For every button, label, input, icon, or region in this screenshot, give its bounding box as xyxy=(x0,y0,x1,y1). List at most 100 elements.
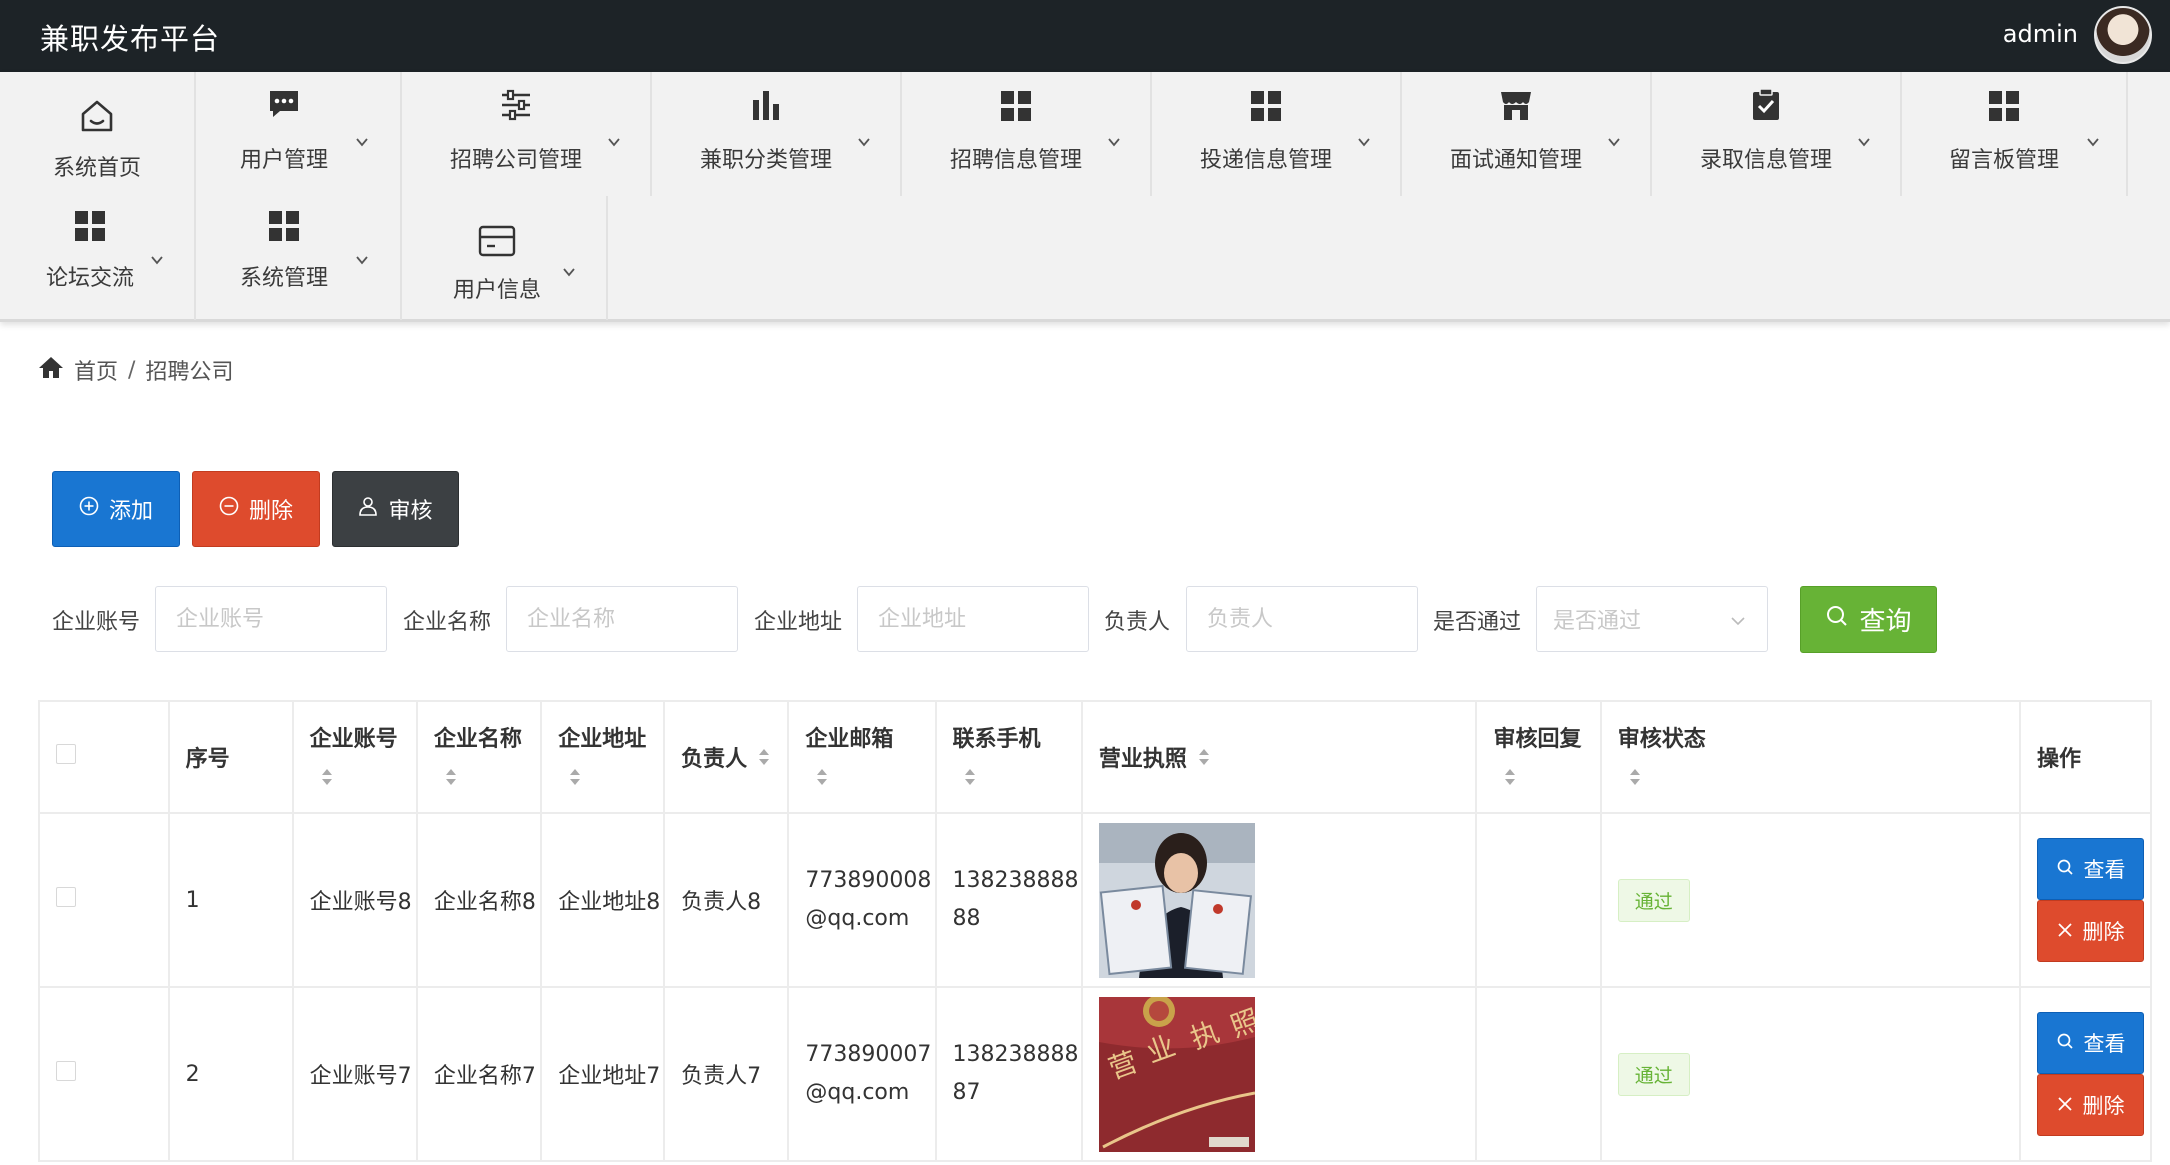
nav-label: 论坛交流 xyxy=(45,266,134,291)
sort-icon[interactable] xyxy=(568,767,663,793)
delete-button-label: 删除 xyxy=(248,499,293,524)
row-checkbox-cell xyxy=(38,986,170,1162)
select-all-checkbox[interactable] xyxy=(56,744,76,764)
header-ops: 操作 xyxy=(2019,700,2152,814)
nav-item-home[interactable]: 系统首页 xyxy=(0,72,196,196)
cell-license: 营 业 执 照 xyxy=(1080,986,1478,1162)
search-input-name[interactable] xyxy=(506,586,738,652)
email-line-2: @qq.com xyxy=(805,1080,910,1105)
header-phone[interactable]: 联系手机 xyxy=(934,700,1083,814)
header-license-label: 营业执照 xyxy=(1098,747,1187,772)
chevron-down-icon xyxy=(150,252,164,266)
sort-icon[interactable] xyxy=(757,747,771,773)
cell-account: 企业账号7 xyxy=(291,986,418,1162)
search-input-account[interactable] xyxy=(155,586,387,652)
header-phone-label: 联系手机 xyxy=(952,727,1041,752)
header-owner[interactable]: 负责人 xyxy=(663,700,790,814)
minus-circle-icon xyxy=(219,496,239,522)
sort-icon[interactable] xyxy=(1197,747,1211,773)
cell-status: 通过 xyxy=(1599,812,2022,988)
row-delete-button[interactable]: 删除 xyxy=(2037,900,2144,962)
grid-icon xyxy=(168,210,400,246)
table-row: 1 企业账号8 企业名称8 企业地址8 负责人8 773890008 @qq.c… xyxy=(38,812,2152,988)
sort-icon[interactable] xyxy=(1503,767,1599,793)
header-reply[interactable]: 审核回复 xyxy=(1475,700,1602,814)
header-license[interactable]: 营业执照 xyxy=(1080,700,1478,814)
header-address[interactable]: 企业地址 xyxy=(540,700,666,814)
chevron-down-icon xyxy=(1607,134,1621,148)
chevron-down-icon xyxy=(1107,134,1121,148)
row-checkbox[interactable] xyxy=(56,887,76,907)
username[interactable]: admin xyxy=(2003,20,2078,48)
sort-icon[interactable] xyxy=(815,767,934,793)
header-reply-label: 审核回复 xyxy=(1493,727,1582,752)
view-button-label: 查看 xyxy=(2083,1032,2126,1056)
nav-item-message-board[interactable]: 留言板管理 xyxy=(1902,72,2128,196)
grid-icon xyxy=(0,210,194,246)
cell-name: 企业名称7 xyxy=(415,986,543,1162)
avatar[interactable] xyxy=(2094,6,2152,64)
sort-icon[interactable] xyxy=(444,767,540,793)
nav-item-delivery-management[interactable]: 投递信息管理 xyxy=(1152,72,1402,196)
view-button-label: 查看 xyxy=(2083,858,2126,882)
email-line-1: 773890007 xyxy=(805,1042,932,1067)
chevron-down-icon xyxy=(1729,611,1747,636)
row-checkbox[interactable] xyxy=(56,1061,76,1081)
nav-item-admission-management[interactable]: 录取信息管理 xyxy=(1652,72,1902,196)
view-button[interactable]: 查看 xyxy=(2037,1012,2144,1074)
nav-item-system-management[interactable]: 系统管理 xyxy=(196,196,402,320)
license-photo-certificate[interactable]: 营 业 执 照 xyxy=(1098,996,1255,1152)
sort-icon[interactable] xyxy=(1628,767,2019,793)
search-input-address[interactable] xyxy=(857,586,1089,652)
cell-index: 1 xyxy=(167,812,294,988)
header-email-label: 企业邮箱 xyxy=(805,727,894,752)
home-icon xyxy=(0,96,194,140)
cell-ops: 查看 删除 xyxy=(2019,986,2152,1162)
main-nav: 系统首页 用户管理 招聘公司管理 兼职分类管理 招聘信息管理 投递信息管理 面试… xyxy=(0,72,2170,322)
license-photo-person[interactable] xyxy=(1098,822,1255,978)
user-icon xyxy=(358,496,378,522)
row-delete-button-label: 删除 xyxy=(2082,1094,2125,1118)
add-button[interactable]: 添加 xyxy=(52,471,180,547)
header-status[interactable]: 审核状态 xyxy=(1599,700,2022,814)
nav-item-interview-management[interactable]: 面试通知管理 xyxy=(1402,72,1652,196)
close-icon xyxy=(2057,919,2073,943)
header-name[interactable]: 企业名称 xyxy=(415,700,543,814)
audit-button[interactable]: 审核 xyxy=(332,471,459,547)
approved-select[interactable]: 是否通过 xyxy=(1536,586,1768,652)
row-delete-button[interactable]: 删除 xyxy=(2037,1074,2144,1136)
chevron-down-icon xyxy=(2086,134,2100,148)
cell-email: 773890008 @qq.com xyxy=(787,812,937,988)
header-email[interactable]: 企业邮箱 xyxy=(787,700,937,814)
breadcrumb-home[interactable]: 首页 xyxy=(74,354,118,386)
chat-icon xyxy=(168,86,400,126)
nav-item-recruit-info-management[interactable]: 招聘信息管理 xyxy=(902,72,1152,196)
cell-address: 企业地址8 xyxy=(540,812,666,988)
search-label-name: 企业名称 xyxy=(403,610,492,635)
nav-item-company-management[interactable]: 招聘公司管理 xyxy=(402,72,652,196)
audit-button-label: 审核 xyxy=(388,499,433,524)
sort-icon[interactable] xyxy=(963,767,1081,793)
search-icon xyxy=(1825,604,1849,635)
table-header-row: 序号 企业账号 企业名称 企业地址 负责人 企业邮箱 联系手机 营业执照 审核回… xyxy=(38,700,2152,814)
nav-item-user-info[interactable]: 用户信息 xyxy=(402,196,608,320)
top-header: 兼职发布平台 admin xyxy=(0,0,2170,72)
nav-item-user-management[interactable]: 用户管理 xyxy=(196,72,402,196)
breadcrumb-current: 招聘公司 xyxy=(145,360,234,385)
nav-item-category-management[interactable]: 兼职分类管理 xyxy=(652,72,902,196)
card-icon xyxy=(388,224,606,262)
sort-icon[interactable] xyxy=(320,767,416,793)
header-address-label: 企业地址 xyxy=(558,727,647,752)
header-account[interactable]: 企业账号 xyxy=(291,700,418,814)
nav-item-forum[interactable]: 论坛交流 xyxy=(0,196,196,320)
view-button[interactable]: 查看 xyxy=(2037,838,2144,900)
query-button[interactable]: 查询 xyxy=(1800,586,1937,653)
header-index: 序号 xyxy=(167,700,294,814)
home-icon[interactable] xyxy=(38,355,64,385)
cell-phone: 138238888 87 xyxy=(934,986,1083,1162)
breadcrumb-separator: / xyxy=(128,357,136,383)
status-badge: 通过 xyxy=(1617,1052,1690,1096)
delete-button[interactable]: 删除 xyxy=(192,471,320,547)
chevron-down-icon xyxy=(562,264,576,278)
search-input-owner[interactable] xyxy=(1186,586,1418,652)
